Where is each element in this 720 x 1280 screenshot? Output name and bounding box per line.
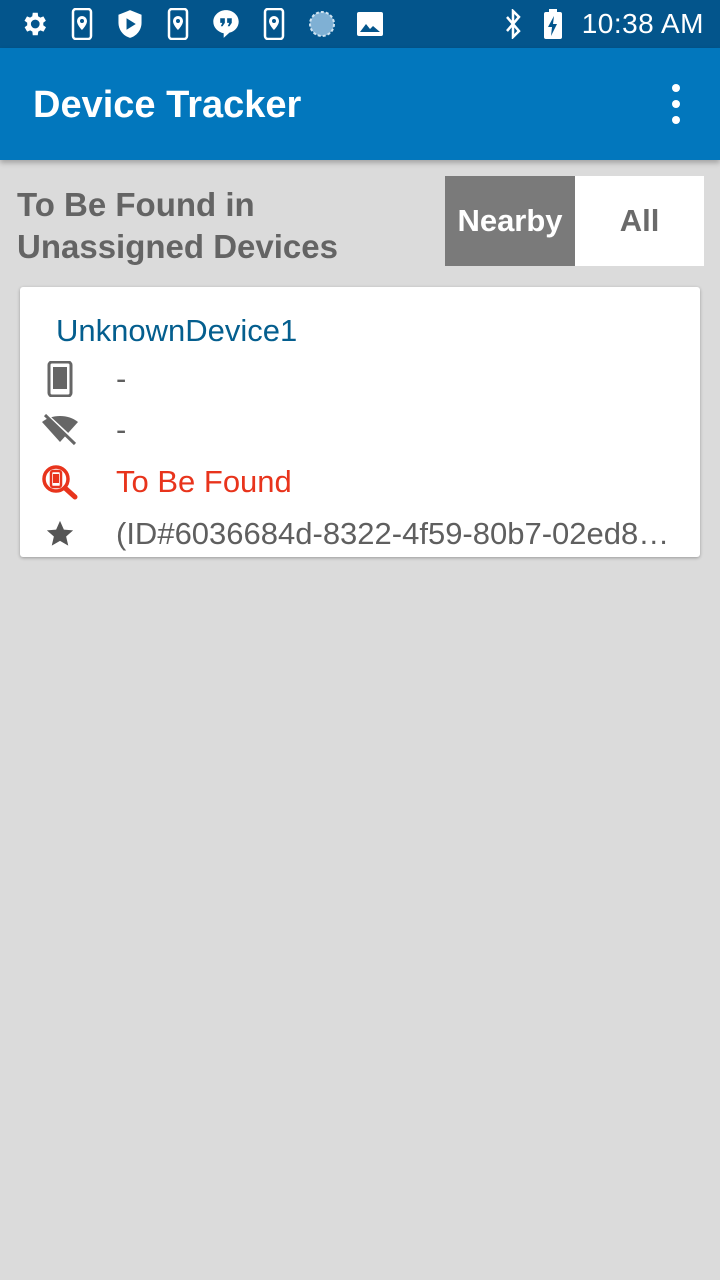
- device-card[interactable]: UnknownDevice1 - - To Be Found (ID#60366…: [20, 287, 700, 557]
- more-vert-icon[interactable]: [656, 84, 696, 124]
- find-device-icon: [40, 462, 80, 502]
- system-status: 10:38 AM: [498, 0, 704, 48]
- device-id-row: (ID#6036684d-8322-4f59-80b7-02ed8b…: [40, 512, 680, 556]
- battery-charging-icon: [538, 8, 568, 40]
- sync-circle-icon: [306, 8, 338, 40]
- phone-icon: [40, 359, 80, 399]
- app-bar: Device Tracker: [0, 48, 720, 160]
- device-connection: -: [116, 412, 127, 447]
- status-bar: 10:38 AM: [0, 0, 720, 48]
- list-heading: To Be Found in Unassigned Devices: [17, 186, 338, 265]
- device-model-row: -: [40, 357, 680, 401]
- notification-icons: [18, 8, 402, 40]
- star-icon: [40, 514, 80, 554]
- toggle-all[interactable]: All: [575, 176, 704, 266]
- settings-icon: [18, 8, 50, 40]
- scope-toggle: Nearby All: [445, 176, 704, 266]
- shield-play-icon: [114, 8, 146, 40]
- device-status-row: To Be Found: [40, 460, 680, 504]
- toggle-nearby[interactable]: Nearby: [445, 176, 575, 266]
- location-phone-icon: [66, 8, 98, 40]
- device-model: -: [116, 361, 127, 396]
- image-icon: [354, 8, 386, 40]
- bluetooth-icon: [498, 8, 528, 40]
- status-time: 10:38 AM: [581, 8, 704, 39]
- device-name: UnknownDevice1: [56, 313, 298, 348]
- location-phone-icon: [258, 8, 290, 40]
- quote-bubble-icon: [210, 8, 242, 40]
- device-connection-row: -: [40, 408, 680, 452]
- app-title: Device Tracker: [33, 84, 302, 126]
- device-id: (ID#6036684d-8322-4f59-80b7-02ed8b…: [116, 516, 676, 551]
- device-status: To Be Found: [116, 464, 292, 499]
- wifi-off-icon: [40, 410, 80, 450]
- location-phone-icon: [162, 8, 194, 40]
